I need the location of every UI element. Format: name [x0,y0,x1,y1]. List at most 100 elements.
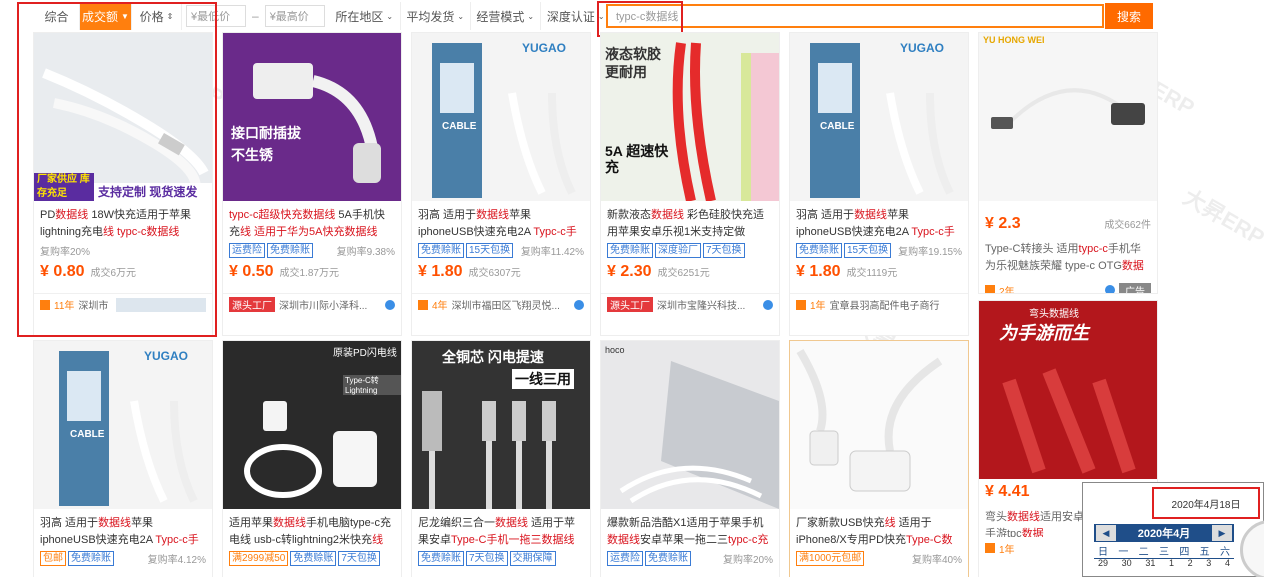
title-text: 弯头 [985,511,1007,523]
product-title[interactable]: 爆款新品浩酷X1适用于苹果手机数据线安卓苹果一拖二三typc-c充电线 [601,509,779,549]
product-card[interactable]: 液态软胶 更耐用 5A 超速快充 新款液态数据线 彩色硅胶快充适用苹果安卓乐视1… [600,32,780,336]
weekday-label: 五 [1199,547,1210,558]
shop-icon [985,543,995,553]
product-image[interactable]: 弯头数据线 为手游而生 [979,301,1157,479]
shop-row[interactable]: 2年 广告 [979,279,1157,293]
shop-row[interactable]: 源头工厂 深圳市川际小泽科... [223,293,401,315]
product-title[interactable]: Type-C转接头 适用typc-c手机华为乐视魅族荣耀 type-c OTG数… [979,235,1157,275]
calendar-day[interactable]: 29 [1098,558,1108,568]
sort-updown-icon: ⇕ [166,11,174,21]
promo-label: 厂家供应 库存充足 [34,173,94,201]
product-image[interactable]: 液态软胶 更耐用 5A 超速快充 [601,33,779,201]
calendar-day[interactable]: 2 [1188,558,1193,568]
product-title[interactable]: 尼龙编织三合一数据线 适用于苹果安卓Type-C手机一拖三数据线 [412,509,590,549]
tag-badge: 7天包换 [703,242,745,258]
promo-label: 液态软胶 更耐用 [605,46,661,80]
product-photo [432,43,576,198]
shop-row[interactable]: 源头工厂 深圳市宝隆兴科技... [601,293,779,315]
filter-shipping[interactable]: 平均发货 ⌄ [401,2,471,30]
product-image[interactable]: hoco [601,341,779,509]
product-image[interactable]: 接口耐插拔 不生锈 [223,33,401,201]
search-input[interactable]: typc-c数据线 [606,4,1104,28]
product-image[interactable]: 厂家供应 库存充足 支持定制 现货速发 [34,33,212,201]
shop-name[interactable]: 深圳市川际小泽科... [279,297,367,312]
title-highlight: 数据 [1021,528,1044,537]
title-text: 羽高 适用于 [796,209,855,221]
shop-name[interactable]: 深圳市福田区飞翔灵悦... [452,297,560,312]
product-image[interactable]: YUGAO CABLE [34,341,212,509]
product-card[interactable]: YU HONG WEI ¥ 2.3 成交662件 Type-C转接头 适用typc… [978,32,1158,294]
product-image[interactable]: YUGAO CABLE [412,33,590,201]
deal-volume: 成交6251元 [657,268,710,279]
product-image[interactable]: YU HONG WEI [979,33,1157,201]
filter-price[interactable]: 价格 ⇕ [132,2,182,30]
product-card[interactable]: 厂家供应 库存充足 支持定制 现货速发 PD数据线 18W快充适用于苹果ligh… [33,32,213,336]
shop-row[interactable]: 11年 深圳市 [34,293,212,315]
shop-row[interactable]: 1年 宜章县羽高配件电子商行 [790,293,968,315]
product-image[interactable]: YUGAO CABLE [790,33,968,201]
calendar-day[interactable]: 1 [1169,558,1174,568]
next-month-button[interactable]: ▶ [1212,525,1232,541]
product-card[interactable]: YUGAO CABLE 羽高 适用于数据线苹果iphoneUSB快速充电2A T… [411,32,591,336]
product-title[interactable]: PD数据线 18W快充适用于苹果lightning充电线 typc-c数据线 [34,201,212,241]
product-card[interactable]: hoco 爆款新品浩酷X1适用于苹果手机数据线安卓苹果一拖二三typc-c充电线… [600,340,780,577]
product-title[interactable]: 适用苹果数据线手机电脑type-c充电线 usb-c转lightning2米快充… [223,509,401,549]
product-card[interactable]: 全铜芯 闪电提速 一线三用 尼龙编织三合一数据线 适用于苹果安卓Type-C手机… [411,340,591,577]
product-card[interactable]: 接口耐插拔 不生锈 typc-c超级快充数据线 5A手机快充线 适用于华为5A快… [222,32,402,336]
promo-label: CABLE [70,429,105,440]
tag-row: 免费赊账 7天包换 交期保障 [412,549,590,567]
title-text: 尼龙编织三合一 [418,517,495,529]
calendar-day[interactable]: 4 [1225,558,1230,568]
filter-comprehensive[interactable]: 综合 [34,2,80,30]
filter-certification[interactable]: 深度认证 ⌄ [541,2,611,30]
verified-icon [574,299,584,310]
weekday-label: 二 [1138,547,1149,558]
title-highlight: 线 [372,534,384,546]
min-price-input[interactable]: ¥最低价 [186,5,246,27]
max-price-input[interactable]: ¥最高价 [264,5,325,27]
brand-logo: YUGAO [900,41,945,55]
shop-name[interactable]: 宜章县羽高配件电子商行 [830,297,940,312]
product-title[interactable]: 羽高 适用于数据线苹果iphoneUSB快速充电2A Typc-c手机线快充批 [34,509,212,549]
shop-row[interactable]: 4年 深圳市福田区飞翔灵悦... [412,293,590,315]
product-card[interactable]: 厂家新款USB快充线 适用于iPhone8/X专用PD快充Type-C数据线批发… [789,340,969,577]
product-title[interactable]: 厂家新款USB快充线 适用于iPhone8/X专用PD快充Type-C数据线批发 [790,509,968,549]
weekday-label: 六 [1219,547,1230,558]
product-title[interactable]: typc-c超级快充数据线 5A手机快充线 适用于华为5A快充数据线 [223,201,401,241]
product-price: ¥ 4.41 [985,483,1030,500]
product-title[interactable]: 羽高 适用于数据线苹果iphoneUSB快速充电2A Typc-c手机线快充批 [412,201,590,241]
calendar-day[interactable]: 30 [1122,558,1132,568]
product-card[interactable]: 原装PD闪电线 Type-C转Lightning 适用苹果数据线手机电脑type… [222,340,402,577]
tag-row: 免费赊账 15天包换 复购率19.15% [790,241,968,259]
repurchase-rate: 复购率11.42% [520,246,584,258]
filter-volume[interactable]: 成交额 ▼ [80,2,132,30]
product-card[interactable]: YUGAO CABLE 羽高 适用于数据线苹果iphoneUSB快速充电2A T… [33,340,213,577]
price-row: ¥ 1.80 成交1119元 [790,259,968,283]
chevron-down-icon: ⌄ [527,11,535,21]
calendar-day[interactable]: 31 [1145,558,1155,568]
product-image[interactable]: 原装PD闪电线 Type-C转Lightning [223,341,401,509]
verified-icon [763,299,773,310]
filter-region[interactable]: 所在地区 ⌄ [329,2,401,30]
product-card[interactable]: YUGAO CABLE 羽高 适用于数据线苹果iphoneUSB快速充电2A T… [789,32,969,336]
product-photo [810,43,954,198]
title-text: 爆款新品浩酷X1适用于苹果手机 [607,517,764,529]
title-highlight: 数据线 [273,517,306,529]
calendar-day[interactable]: 3 [1206,558,1211,568]
search-button[interactable]: 搜索 [1105,3,1153,29]
product-title[interactable]: 新款液态数据线 彩色硅胶快充适用苹果安卓乐视1米支持定做 [601,201,779,241]
product-image[interactable]: 全铜芯 闪电提速 一线三用 [412,341,590,509]
tag-row: 满1000元包邮 复购率40% [790,549,968,567]
tag-row: 包邮 免费赊账 复购率4.12% [34,549,212,567]
brand-logo: YU HONG WEI [983,35,1045,45]
weekday-label: 日 [1098,547,1108,558]
prev-month-button[interactable]: ◀ [1096,525,1116,541]
shop-name[interactable]: 深圳市 [78,297,108,312]
tag-row: 运费险 免费赊账 复购率20% [601,549,779,567]
calendar-month-header: ◀ 2020年4月 ▶ [1094,524,1234,542]
shop-name[interactable]: 深圳市宝隆兴科技... [657,297,745,312]
filter-business[interactable]: 经营模式 ⌄ [471,2,541,30]
product-image[interactable] [790,341,968,509]
source-factory-badge: 源头工厂 [607,297,653,312]
product-title[interactable]: 羽高 适用于数据线苹果iphoneUSB快速充电2A Typc-c手机线快充批 [790,201,968,241]
